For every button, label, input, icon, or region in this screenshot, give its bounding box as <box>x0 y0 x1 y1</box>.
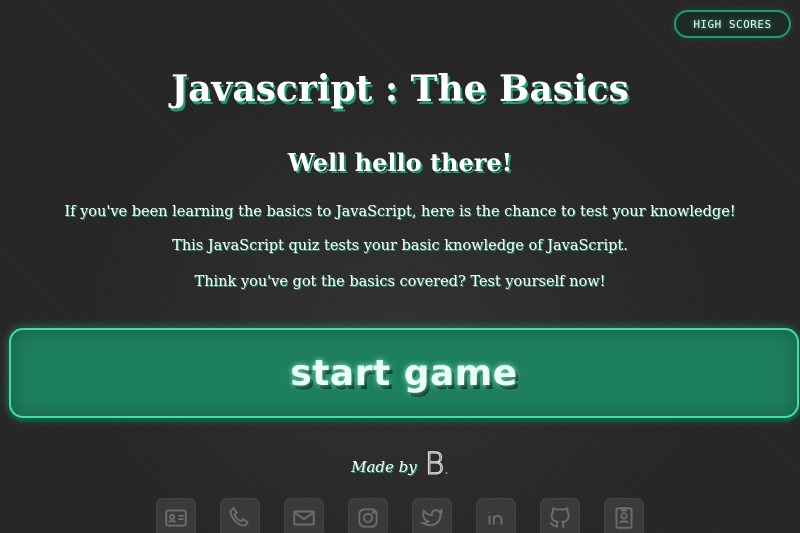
twitter-icon[interactable] <box>412 498 452 533</box>
page-title: Javascript : The Basics <box>171 68 629 110</box>
high-scores-button[interactable]: HIGH SCORES <box>674 10 791 38</box>
github-icon[interactable] <box>540 498 580 533</box>
contact-card-icon[interactable] <box>156 498 196 533</box>
author-logo[interactable]: B. <box>424 447 449 482</box>
greeting-heading: Well hello there! <box>287 148 513 177</box>
author-logo-dot: . <box>444 462 449 478</box>
intro-paragraph-2: This JavaScript quiz tests your basic kn… <box>172 238 628 254</box>
portfolio-icon[interactable] <box>604 498 644 533</box>
mail-icon[interactable] <box>284 498 324 533</box>
intro-paragraph-1: If you've been learning the basics to Ja… <box>64 204 736 220</box>
intro-paragraph-3: Think you've got the basics covered? Tes… <box>194 274 606 290</box>
made-by-text: Made by <box>351 458 417 476</box>
start-game-label: start game <box>290 352 518 394</box>
phone-icon[interactable] <box>220 498 260 533</box>
author-logo-letter: B <box>424 447 445 482</box>
made-by-credit: Made by B. <box>0 447 800 482</box>
social-icons <box>0 498 800 533</box>
linkedin-icon[interactable] <box>476 498 516 533</box>
instagram-icon[interactable] <box>348 498 388 533</box>
start-game-button[interactable]: start game <box>9 328 799 418</box>
